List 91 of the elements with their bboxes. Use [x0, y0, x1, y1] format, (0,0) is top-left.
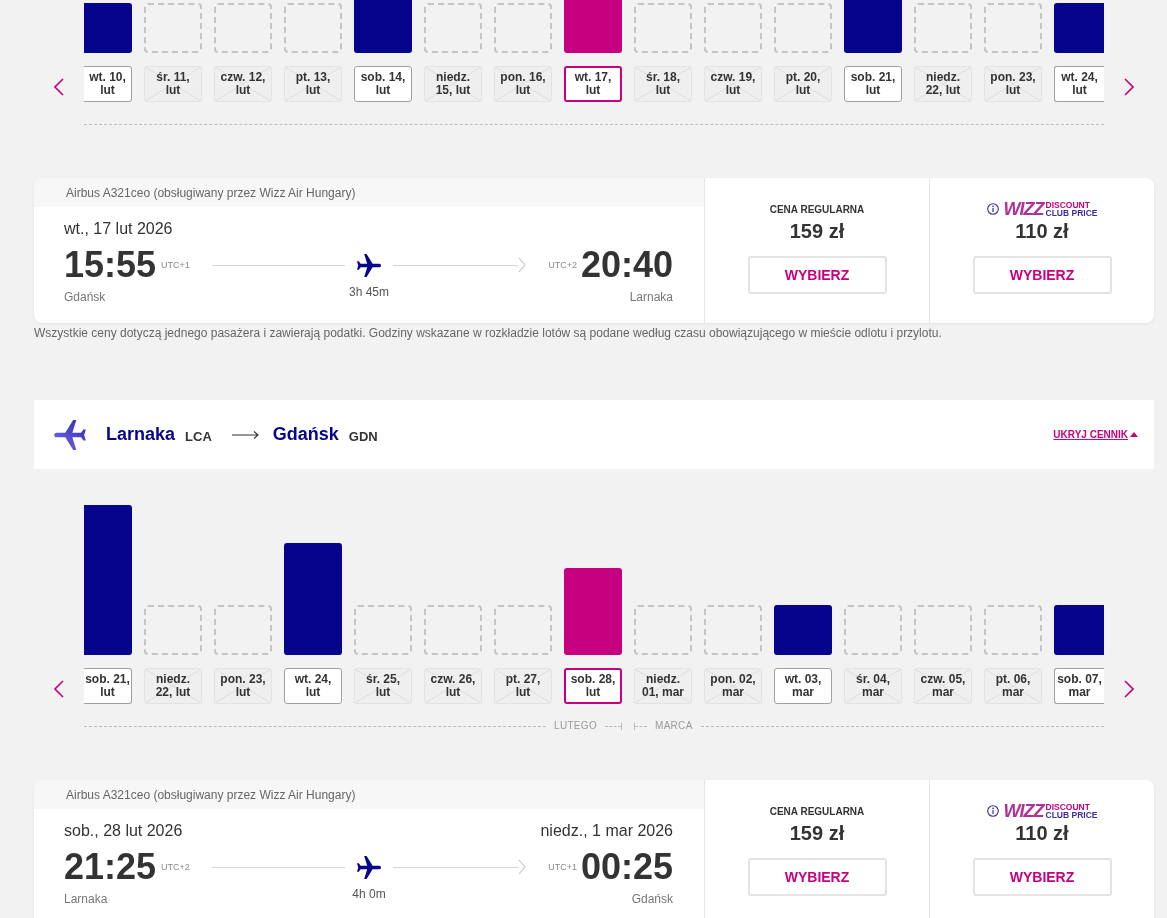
date-tab[interactable]: pon. 23, lut [214, 668, 272, 704]
destination-city: Gdańsk [631, 892, 673, 906]
arrow-right-icon [231, 429, 259, 440]
flight-duration: 3h 45m [349, 285, 389, 301]
timezone-label: UTC+1 [161, 260, 190, 270]
airport-code: LCA [185, 427, 212, 444]
departure-time: 15:55 [64, 245, 157, 285]
date-tab[interactable]: pt. 13, lut [284, 66, 342, 102]
fare-price: 110 zł [1015, 219, 1069, 243]
date-tab[interactable]: niedz. 01, mar [634, 668, 692, 704]
fare-title: CENA REGULARNA [769, 805, 865, 817]
info-icon[interactable] [986, 805, 999, 817]
fare-price: 159 zł [789, 219, 845, 243]
date-tab[interactable]: czw. 05, mar [914, 668, 972, 704]
flight-duration: 4h 0m [352, 887, 386, 903]
date-tab[interactable]: sob. 21, lut [844, 66, 902, 102]
footnote-text: Wszystkie ceny dotyczą jednego pasażera i zawierają podatki. Godziny wskazane w rozkładzie lotów są podane według czasu obowiązującego w mieście odlotu i przylotu. [34, 326, 943, 340]
date-tab[interactable]: sob. 14, lut [354, 66, 412, 102]
fare-price: 110 zł [1015, 821, 1069, 845]
fare-title: CENA REGULARNA [769, 203, 865, 215]
destination-city: Larnaka [629, 290, 673, 304]
date-tab[interactable]: sob. 21, lut [84, 668, 132, 704]
price-bar[interactable] [774, 605, 832, 655]
date-tab[interactable]: pon. 02, mar [704, 668, 762, 704]
date-tab[interactable]: pt. 06, mar [984, 668, 1042, 704]
airplane-icon [357, 253, 381, 277]
date-tab[interactable]: niedz. 22, lut [144, 668, 202, 704]
price-bar[interactable] [84, 3, 132, 53]
month-label: MARCA [654, 720, 694, 732]
date-tab[interactable]: pon. 16, lut [494, 66, 552, 102]
arrival-date: niedz., 1 mar 2026 [540, 821, 673, 841]
chevron-left-icon[interactable] [54, 680, 64, 698]
date-tab[interactable]: czw. 26, lut [424, 668, 482, 704]
month-label: LUTEGO [553, 720, 598, 732]
chevron-right-icon[interactable] [1124, 78, 1134, 96]
timezone-label: UTC+2 [161, 862, 190, 872]
date-tab[interactable]: niedz. 15, lut [424, 66, 482, 102]
date-tab[interactable]: śr. 11, lut [144, 66, 202, 102]
select-button[interactable]: WYBIERZ [747, 858, 887, 896]
date-tab[interactable]: sob. 07, mar [1054, 668, 1104, 704]
airplane-icon [54, 419, 86, 450]
hide-prices-link[interactable]: UKRYJ CENNIK [1053, 429, 1138, 440]
date-tab[interactable]: czw. 12, lut [214, 66, 272, 102]
aircraft-text: Airbus A321ceo (obsługiwany przez Wizz Air Hungary) [66, 185, 356, 200]
city-name: Gdańsk [272, 424, 339, 445]
date-tab[interactable]: śr. 25, lut [354, 668, 412, 704]
date-tab[interactable]: wt. 24, lut [284, 668, 342, 704]
date-tab[interactable]: niedz. 22, lut [914, 66, 972, 102]
timezone-label: UTC+1 [548, 862, 577, 872]
logo-text: CLUB PRICE [1045, 811, 1098, 820]
departure-date: wt., 17 lut 2026 [64, 219, 173, 239]
departure-time: 21:25 [64, 847, 157, 887]
date-tab[interactable]: pt. 20, lut [774, 66, 832, 102]
chevron-left-icon[interactable] [54, 78, 64, 96]
caret-up-icon [1130, 432, 1138, 437]
airport-code: GDN [348, 427, 378, 444]
select-button[interactable]: WYBIERZ [972, 858, 1112, 896]
price-bar[interactable] [84, 505, 132, 655]
select-button[interactable]: WYBIERZ [972, 256, 1112, 294]
date-tab[interactable]: czw. 19, lut [704, 66, 762, 102]
airplane-icon [357, 855, 381, 879]
departure-date: sob., 28 lut 2026 [64, 821, 183, 841]
date-tab[interactable]: wt. 03, mar [774, 668, 832, 704]
logo-wordmark: WIZZ [1003, 802, 1044, 820]
timezone-label: UTC+2 [548, 260, 577, 270]
info-icon[interactable] [986, 203, 999, 215]
origin-city: Gdańsk [64, 290, 106, 304]
logo-text: CLUB PRICE [1045, 209, 1098, 218]
city-name: Larnaka [106, 424, 176, 445]
logo-text: DISCOUNT [1045, 802, 1091, 811]
logo-text: DISCOUNT [1045, 200, 1091, 209]
date-tab[interactable]: wt. 24, lut [1054, 66, 1104, 102]
price-bar[interactable] [564, 568, 622, 655]
origin-city: Larnaka [64, 892, 108, 906]
arrival-time: 20:40 [580, 245, 673, 285]
arrival-time: 00:25 [580, 847, 673, 887]
price-bar[interactable] [284, 543, 342, 655]
date-tab[interactable]: wt. 10, lut [84, 66, 132, 102]
date-tab[interactable]: wt. 17, lut [564, 66, 622, 102]
date-tab[interactable]: sob. 28, lut [564, 668, 622, 704]
date-tab[interactable]: śr. 18, lut [634, 66, 692, 102]
select-button[interactable]: WYBIERZ [747, 256, 887, 294]
date-tab[interactable]: pon. 23, lut [984, 66, 1042, 102]
price-bar[interactable] [1054, 3, 1104, 53]
logo-wordmark: WIZZ [1003, 200, 1044, 218]
date-tab[interactable]: pt. 27, lut [494, 668, 552, 704]
chevron-right-icon[interactable] [1124, 680, 1134, 698]
fare-price: 159 zł [789, 821, 845, 845]
price-bar[interactable] [1054, 605, 1104, 655]
aircraft-text: Airbus A321ceo (obsługiwany przez Wizz Air Hungary) [66, 787, 356, 802]
date-tab[interactable]: śr. 04, mar [844, 668, 902, 704]
